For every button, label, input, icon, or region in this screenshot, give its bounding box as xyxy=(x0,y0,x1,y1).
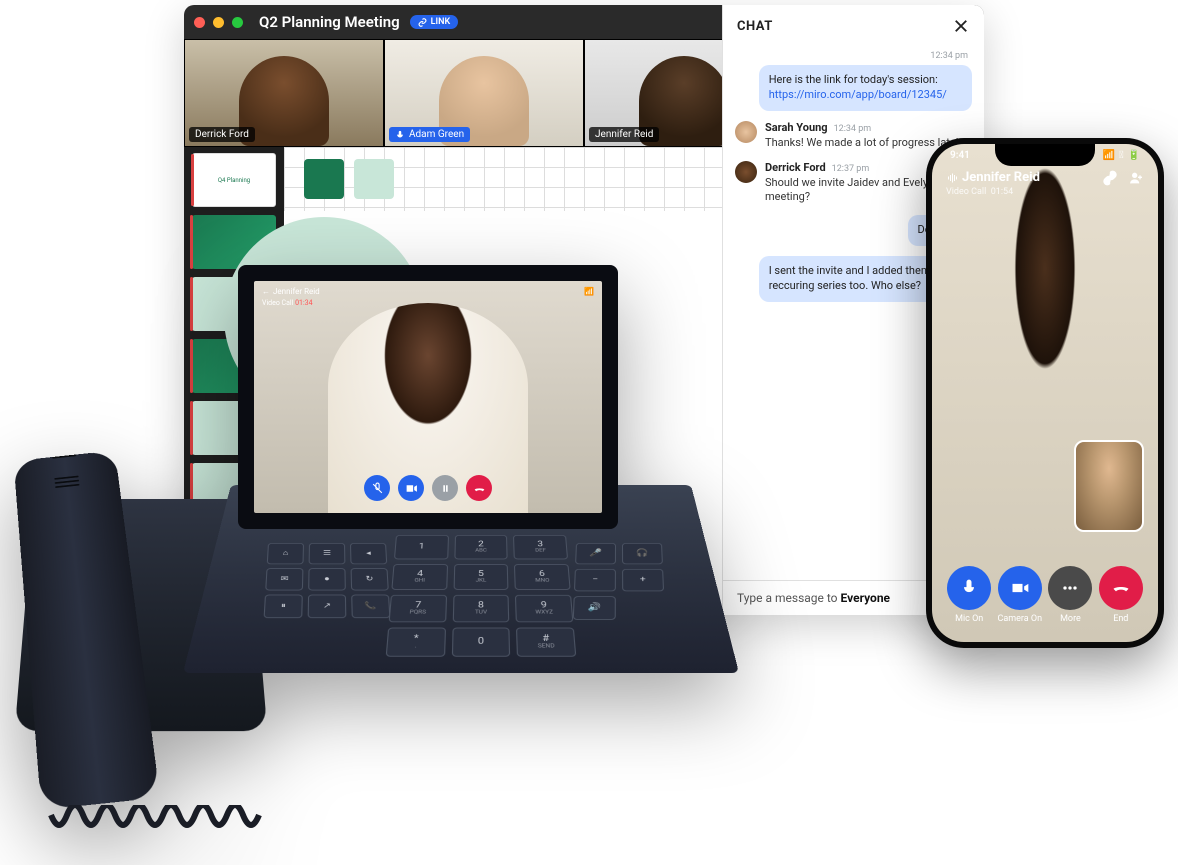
window-minimize-button[interactable] xyxy=(213,17,224,28)
deskphone-mute-button[interactable] xyxy=(364,475,390,501)
end-call-button[interactable] xyxy=(1099,566,1143,610)
camera-label: Camera On xyxy=(998,614,1043,624)
participant-name-badge: Jennifer Reid xyxy=(589,127,659,142)
dialpad-key[interactable]: 8TUV xyxy=(452,595,509,622)
window-close-button[interactable] xyxy=(194,17,205,28)
dialpad-key[interactable]: ● xyxy=(308,568,346,590)
dialpad-key[interactable]: 6MNO xyxy=(514,564,570,590)
chat-sender-name: Derrick Ford xyxy=(765,161,826,174)
dialpad-key[interactable]: 2ABC xyxy=(454,535,508,559)
wifi-icon: 􀙇 xyxy=(1119,150,1123,161)
deskphone-caller-name: Jennifer Reid xyxy=(273,287,320,296)
chat-time: 12:34 pm xyxy=(834,124,872,134)
vol-down-key[interactable]: − xyxy=(574,569,616,591)
deskphone-call-meta: Video Call 01:34 xyxy=(262,299,313,307)
more-label: More xyxy=(1060,614,1081,624)
dialpad-key[interactable]: ✉ xyxy=(265,568,303,590)
deskphone-screen[interactable]: ← Jennifer Reid 📶 Video Call 01:34 xyxy=(254,281,602,513)
function-keys-right: 🎤 🎧 − + 🔊 xyxy=(573,543,666,620)
close-icon xyxy=(952,17,970,35)
camera-control[interactable]: Camera On xyxy=(998,566,1043,624)
window-maximize-button[interactable] xyxy=(232,17,243,28)
back-icon[interactable]: ← xyxy=(262,287,270,296)
dialpad-key[interactable]: ◂ xyxy=(350,543,387,564)
audio-wave-icon xyxy=(946,172,958,184)
headset-key[interactable]: 🎧 xyxy=(622,543,663,564)
dialpad-key[interactable]: 3DEF xyxy=(513,535,568,559)
dialpad-key[interactable]: 📞 xyxy=(351,595,390,619)
deskphone-call-controls xyxy=(364,475,492,501)
window-traffic-lights[interactable] xyxy=(194,17,243,28)
dialpad-key[interactable]: ↻ xyxy=(351,568,389,590)
participant-name-badge-speaking: Adam Green xyxy=(389,127,470,142)
call-controls: Mic On Camera On More End xyxy=(932,566,1158,624)
dialpad-key[interactable]: 7PQRS xyxy=(389,595,447,622)
mic-icon xyxy=(959,578,979,598)
mic-control[interactable]: Mic On xyxy=(947,566,991,624)
video-tile[interactable]: Derrick Ford xyxy=(184,39,384,147)
deskphone-screen-bezel: ← Jennifer Reid 📶 Video Call 01:34 xyxy=(238,265,618,529)
video-tile[interactable]: Adam Green xyxy=(384,39,584,147)
chat-bubble-outgoing: Here is the link for today's session: ht… xyxy=(759,65,972,111)
phone-cord xyxy=(46,805,306,865)
speaker-key[interactable]: 🔊 xyxy=(573,596,616,620)
function-keys-left: ⌂ ☰ ◂ ✉ ● ↻ ⏸ ↗ 📞 xyxy=(264,543,391,618)
dialpad-key[interactable]: 5JKL xyxy=(453,564,509,590)
smartphone-screen[interactable]: 9:41 📶 􀙇 🔋 Jennifer Reid Video Call 01:5… xyxy=(932,144,1158,642)
desk-phone-device: ⌂ ☰ ◂ ✉ ● ↻ ⏸ ↗ 📞 1 2ABC 3DEF 4GHI 5JKL … xyxy=(16,245,696,725)
call-duration: Video Call 01:54 xyxy=(946,187,1040,197)
signal-icon: 📶 xyxy=(1103,150,1115,161)
self-video-pip[interactable] xyxy=(1074,440,1144,532)
chat-timestamp: 12:34 pm xyxy=(735,51,972,61)
avatar xyxy=(735,121,757,143)
link-pill-label: LINK xyxy=(431,17,451,27)
add-participant-icon[interactable] xyxy=(1128,170,1144,186)
dialpad-key[interactable]: 4GHI xyxy=(391,564,447,590)
dialpad: 1 2ABC 3DEF 4GHI 5JKL 6MNO 7PQRS 8TUV 9W… xyxy=(386,535,577,657)
participant-name-badge: Derrick Ford xyxy=(189,127,255,142)
phone-notch xyxy=(995,144,1095,166)
mic-button[interactable] xyxy=(947,566,991,610)
slide-thumbnail[interactable]: Q4 Planning xyxy=(192,153,276,207)
meeting-title: Q2 Planning Meeting xyxy=(259,13,400,31)
deskphone-hold-button[interactable] xyxy=(432,475,458,501)
chat-time: 12:37 pm xyxy=(832,164,870,174)
dialpad-key[interactable]: 1 xyxy=(394,535,449,559)
meeting-link-pill[interactable]: LINK xyxy=(410,15,459,29)
dialpad-key[interactable]: 9WXYZ xyxy=(515,595,573,622)
dialpad-key[interactable]: ↗ xyxy=(308,595,347,619)
chat-close-button[interactable] xyxy=(952,17,970,35)
dialpad-key[interactable]: ⏸ xyxy=(264,595,303,619)
end-call-icon xyxy=(1111,578,1131,598)
camera-button[interactable] xyxy=(998,566,1042,610)
status-time: 9:41 xyxy=(950,150,970,161)
signal-icon: 📶 xyxy=(584,287,594,296)
avatar xyxy=(735,161,757,183)
deskphone-end-button[interactable] xyxy=(466,475,492,501)
mute-key[interactable]: 🎤 xyxy=(575,543,616,564)
mic-icon xyxy=(395,130,405,140)
deskphone-video-button[interactable] xyxy=(398,475,424,501)
chat-sender-name: Sarah Young xyxy=(765,121,828,134)
caller-name: Jennifer Reid xyxy=(946,170,1040,185)
dialpad-key[interactable]: ☰ xyxy=(309,543,346,564)
smartphone-device: 9:41 📶 􀙇 🔋 Jennifer Reid Video Call 01:5… xyxy=(926,138,1164,648)
end-control[interactable]: End xyxy=(1099,566,1143,624)
battery-icon: 🔋 xyxy=(1128,150,1140,161)
more-button[interactable] xyxy=(1048,566,1092,610)
dialpad-key[interactable]: *. xyxy=(386,628,446,657)
link-icon[interactable] xyxy=(1102,170,1118,186)
dialpad-key[interactable]: ⌂ xyxy=(267,543,304,564)
chat-link[interactable]: https://miro.com/app/board/12345/ xyxy=(769,88,947,101)
camera-icon xyxy=(1010,578,1030,598)
vol-up-key[interactable]: + xyxy=(622,569,664,591)
mic-label: Mic On xyxy=(955,614,983,624)
dialpad-key[interactable]: 0 xyxy=(451,628,510,657)
more-icon xyxy=(1060,578,1080,598)
end-label: End xyxy=(1113,614,1128,624)
chat-title: CHAT xyxy=(737,19,773,34)
dialpad-key[interactable]: #SEND xyxy=(516,628,576,657)
more-control[interactable]: More xyxy=(1048,566,1092,624)
